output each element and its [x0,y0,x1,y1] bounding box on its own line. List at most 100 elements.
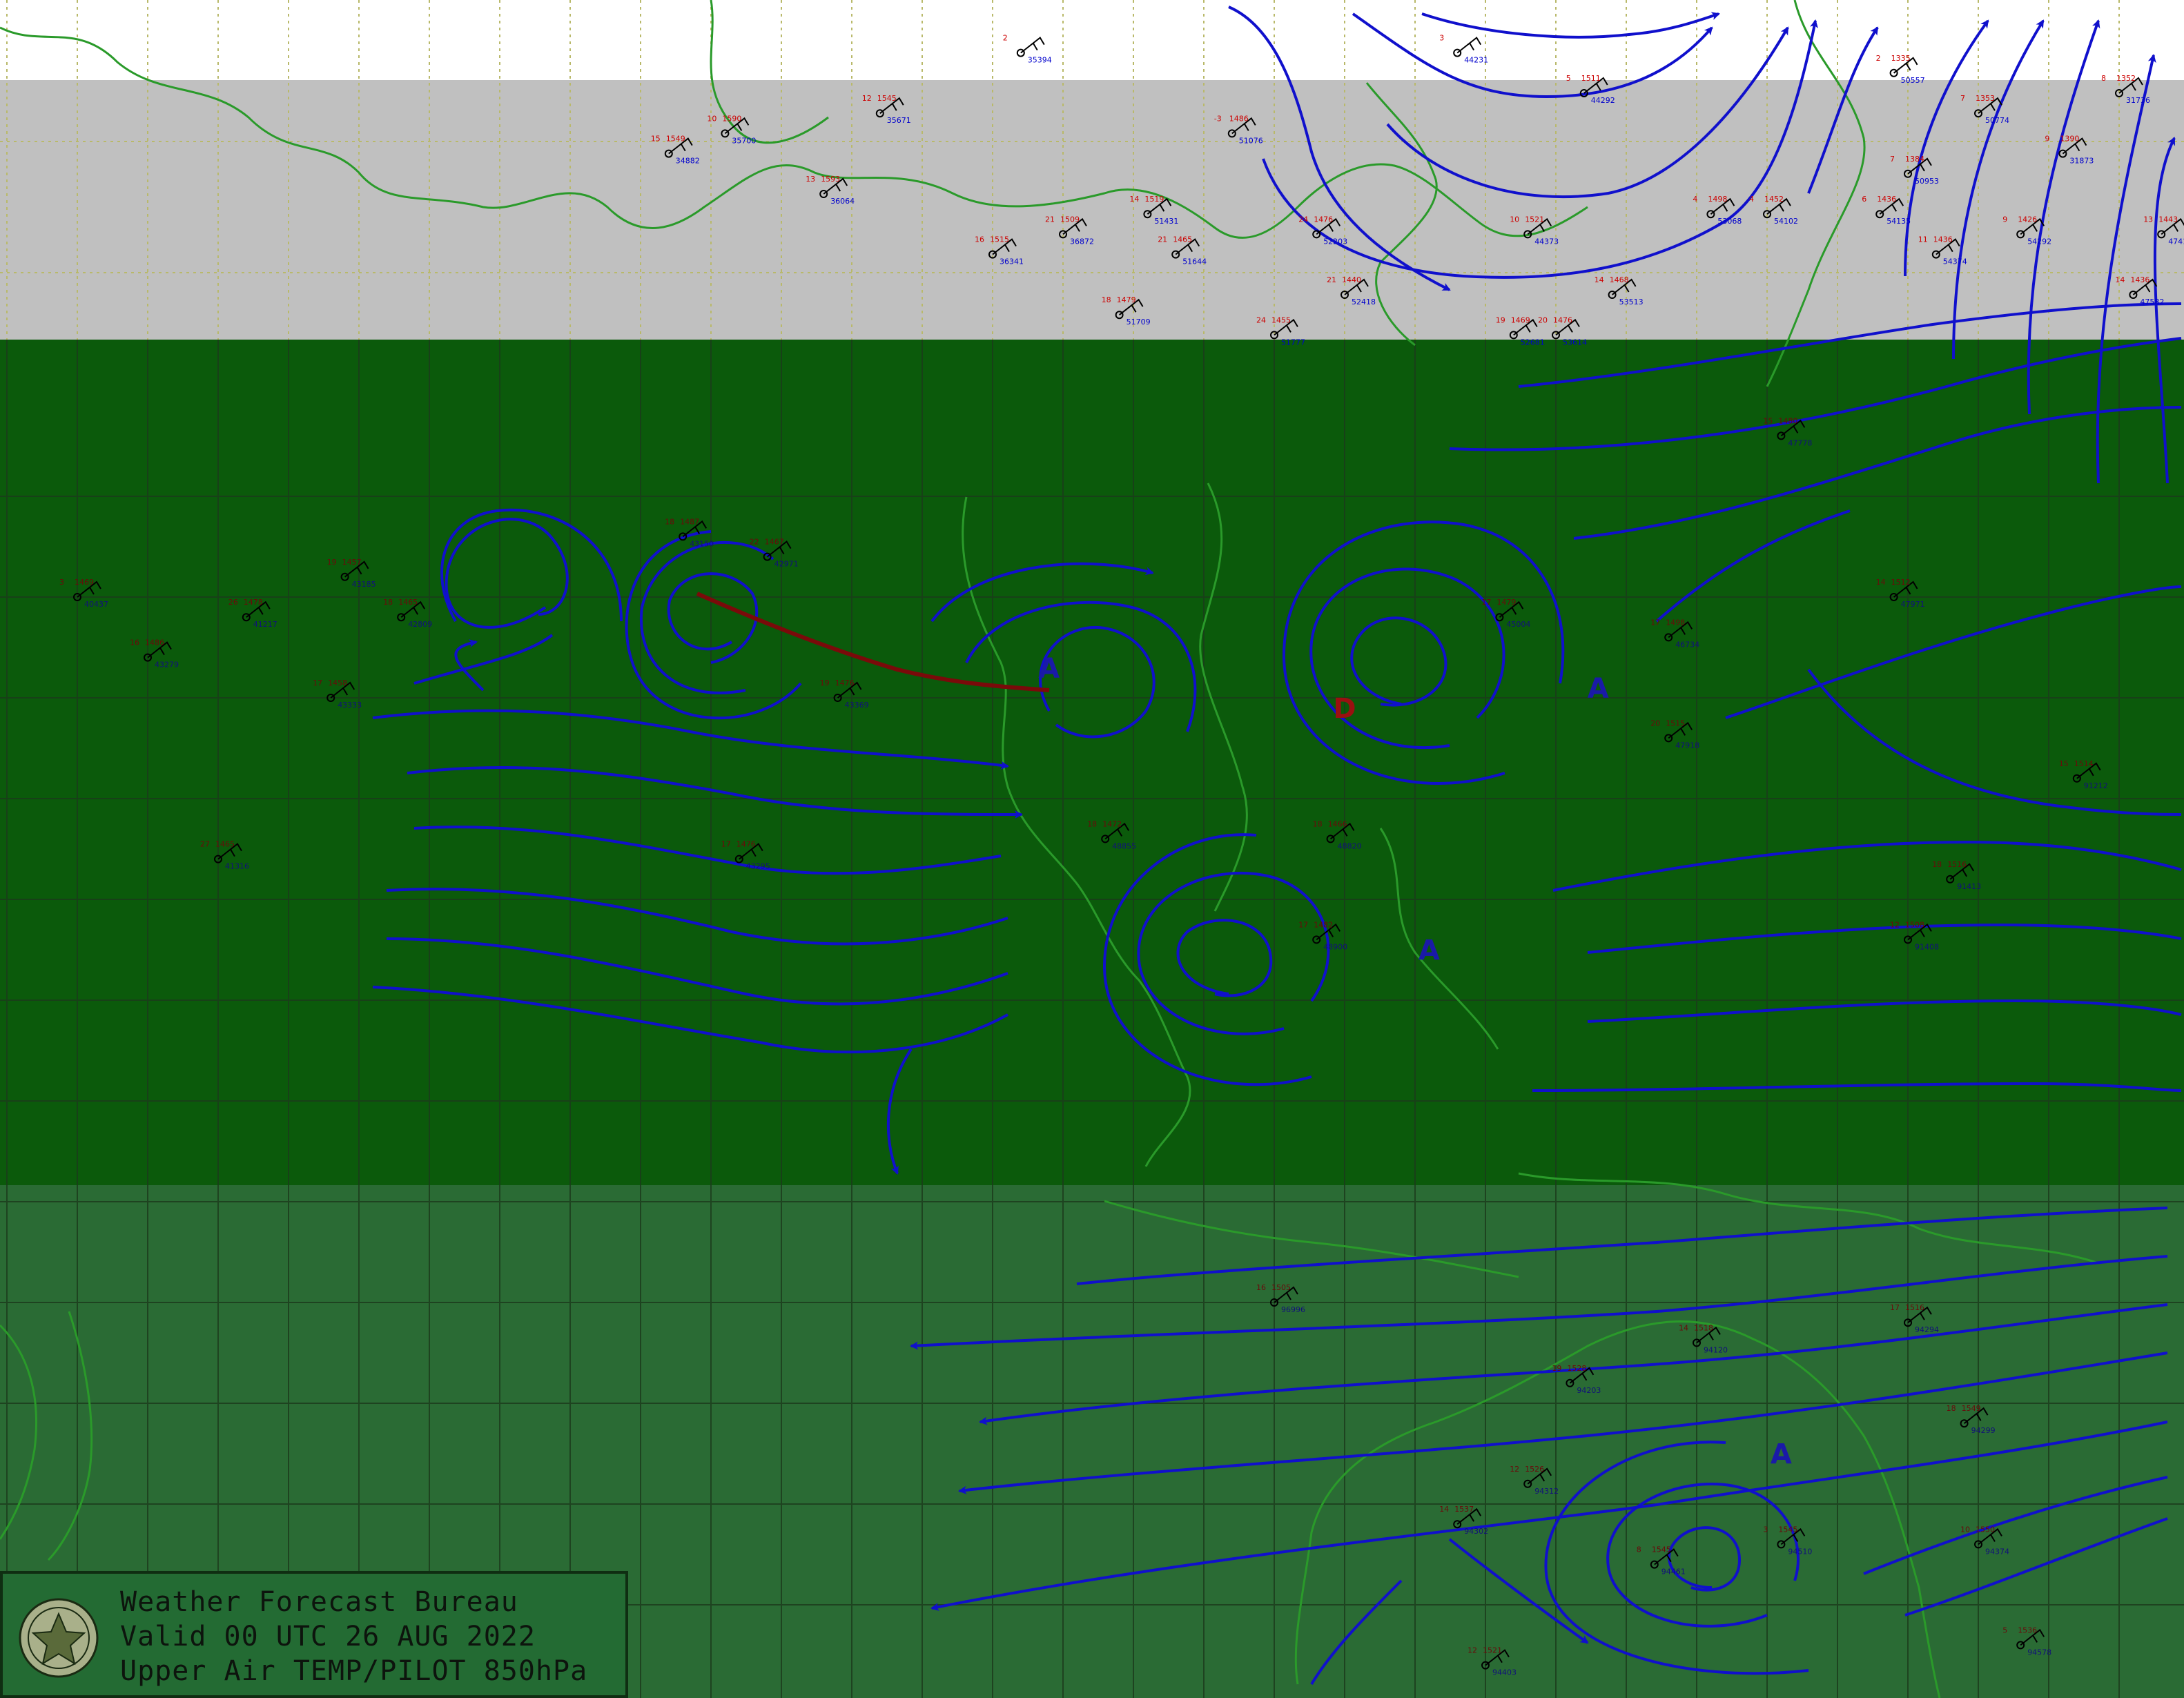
station-temp: 8 [2101,74,2106,83]
station-height: 1384 [1905,155,1924,164]
station-height: 1549 [666,135,685,144]
station-height: 1536 [2018,1626,2037,1634]
station-temp: 15 [651,135,661,144]
station-temp: 18 [665,517,674,526]
station-height: 1440 [1342,275,1361,284]
high-center-1: A [1588,673,1609,705]
station-height: 1457 [342,558,362,567]
station-id: 94461 [1661,1568,1686,1577]
station-height: 1487 [680,517,699,526]
station-id: 34882 [676,157,700,166]
station-height: 1352 [2116,74,2136,83]
station-temp: 19 [1552,1364,1561,1373]
station-id: 51431 [1154,217,1178,226]
station-height: 1478 [244,598,263,607]
station-temp: 18 [1932,860,1942,869]
station-height: 1469 [1511,315,1530,324]
station-height: 1426 [2018,215,2037,224]
station-temp: 22 [750,538,759,547]
station-height: 1519 [1144,195,1164,204]
station-temp: 12 [1468,1646,1477,1655]
station-temp: 6 [1862,195,1866,204]
station-id: 54292 [2027,237,2051,246]
station-temp: 24 [1298,215,1308,224]
station-id: 48820 [1338,841,1362,850]
ocean-tropics [0,340,2184,1185]
legend-bureau: Weather Forecast Bureau [120,1586,518,1618]
station-height: 1516 [1905,1303,1924,1312]
station-height: 1335 [1891,54,1911,63]
station-height: 1528 [1567,1364,1586,1373]
station-id: 44292 [1591,96,1615,105]
station-temp: 7 [1890,155,1895,164]
station-temp: 7 [1960,94,1965,103]
station-id: 91212 [2084,781,2108,790]
station-height: 1486 [1229,114,1249,123]
station-height: 1545 [1652,1545,1671,1554]
station-height: 1512 [1891,578,1911,587]
station-height: 1498 [1666,618,1685,627]
station-temp: 3 [59,578,64,587]
station-id: 94299 [1971,1426,1996,1435]
station-height: 1465 [1173,235,1192,244]
station-id: 51709 [1127,318,1151,326]
station-id: 47971 [1901,600,1925,609]
station-height: 1550 [1976,1525,1995,1534]
station-height: 1465 [398,598,418,607]
station-id: 51076 [1239,136,1263,145]
station-temp: 20 [1650,719,1660,728]
station-id: 54135 [1886,217,1911,226]
station-height: 1480 [1778,416,1797,425]
station-id: 42809 [408,620,432,629]
station-id: 42971 [774,560,799,569]
station-temp: 14 [1679,1323,1688,1332]
station-temp: 18 [1102,295,1111,304]
station-height: 1452 [1764,195,1784,204]
station-height: 1353 [1976,94,1995,103]
station-id: 40437 [84,600,108,609]
station-temp: 18 [1087,819,1097,828]
station-id: 94302 [1464,1527,1488,1536]
station-id: 48900 [1323,942,1347,951]
station-height: 1505 [1271,1283,1291,1292]
station-height: 1515 [990,235,1009,244]
station-id: 36872 [1070,237,1094,246]
station-id: 43295 [746,862,770,871]
station-id: 41316 [225,862,249,871]
station-temp: 10 [1960,1525,1970,1534]
station-height: 1509 [1060,215,1080,224]
station-temp: 14 [1876,578,1886,587]
station-temp: -3 [1214,114,1222,123]
station-height: 1443 [2158,215,2178,224]
station-temp: 9 [2002,215,2007,224]
station-temp: 15 [2059,759,2069,768]
station-id: 31873 [2069,157,2094,166]
station-height: 1521 [1525,215,1544,224]
station-id: 52681 [1521,338,1545,347]
station-id: 45004 [1506,620,1530,629]
legend-valid-time: Valid 00 UTC 26 AUG 2022 [120,1621,536,1652]
station-temp: 19 [820,679,830,687]
station-id: 47778 [1788,438,1812,447]
station-height: 1482 [1314,920,1333,929]
station-temp: 27 [200,840,210,849]
station-temp: 4 [1693,195,1697,204]
station-height: 1476 [737,840,756,849]
station-height: 1514 [2074,759,2094,768]
station-height: 1549 [1962,1404,1981,1413]
station-temp: 9 [2045,135,2049,144]
station-temp: 10 [707,114,716,123]
station-temp: 11 [1918,235,1928,244]
station-temp: 14 [2115,275,2125,284]
station-temp: 17 [1650,618,1660,627]
legend-product: Upper Air TEMP/PILOT 850hPa [120,1655,588,1687]
station-height: 1468 [1610,275,1629,284]
station-id: 54374 [1943,257,1967,266]
station-temp: 14 [1439,1505,1449,1514]
station-height: 1516 [1947,860,1967,869]
station-height: 1518 [1694,1323,1713,1332]
station-id: 94312 [1534,1487,1559,1496]
station-temp: 2 [1876,54,1881,63]
station-id: 47582 [2140,297,2164,306]
station-id: 44231 [1464,56,1488,65]
